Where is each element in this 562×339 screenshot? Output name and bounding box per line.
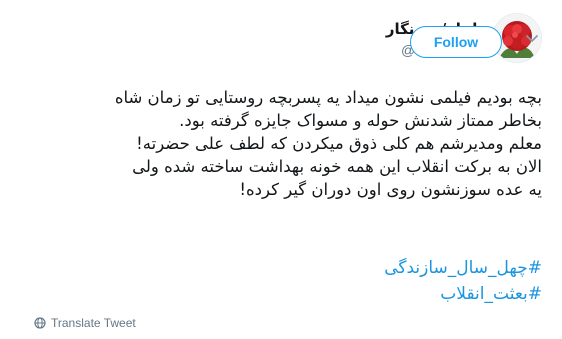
tweet-line: بچه بودیم فیلمی نشون میداد یه پسربچه روس… <box>114 88 542 107</box>
tweet-text: بچه بودیم فیلمی نشون میداد یه پسربچه روس… <box>22 86 542 201</box>
tweet-line: یه عده سوزنشون روی اون دوران گیر کرده! <box>239 180 542 199</box>
globe-icon <box>34 317 46 329</box>
hashtag-link[interactable]: #چهل_سال_سازندگی <box>22 255 542 281</box>
hashtag-link[interactable]: #بعثت_انقلاب <box>22 281 542 307</box>
translate-tweet-link[interactable]: Translate Tweet <box>34 316 136 330</box>
tweet-line: الان به برکت انقلاب این همه خونه بهداشت … <box>132 157 542 176</box>
translate-label: Translate Tweet <box>51 316 136 330</box>
chevron-down-icon[interactable] <box>523 29 541 47</box>
tweet-card: راحله/خبرنگار @GoleaftabR Follow بچه بود… <box>0 0 562 339</box>
tweet-line: معلم ومدیرشم هم کلی ذوق میکردن که لطف عل… <box>136 134 542 153</box>
tweet-line: بخاطر ممتاز شدنش حوله و مسواک جایزه گرفت… <box>179 111 542 130</box>
follow-button[interactable]: Follow <box>410 26 502 58</box>
hashtag-list: #چهل_سال_سازندگی #بعثت_انقلاب <box>22 255 542 307</box>
